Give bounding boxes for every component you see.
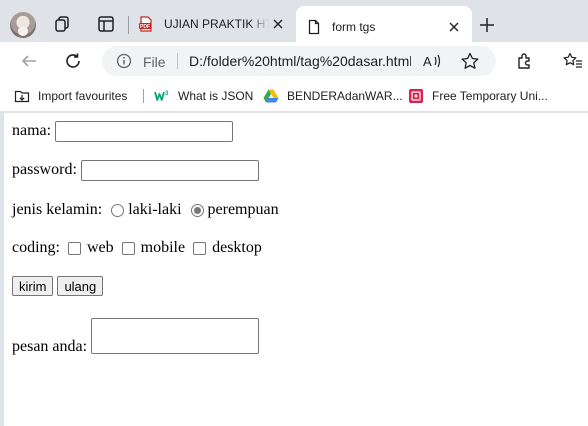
radio-laki-laki-label: laki-laki [128,201,182,218]
close-tab-icon[interactable] [446,19,462,35]
refresh-button[interactable] [62,50,84,72]
browser-toolbar: File D:/folder%20html/tag%20dasar.html A [0,42,588,80]
add-favourite-icon[interactable] [460,52,480,70]
favourites-separator [143,89,144,103]
svg-text:A: A [423,54,432,69]
new-tab-button[interactable] [476,14,498,36]
favourite-label: Free Temporary Uni... [432,89,548,103]
checkbox-web[interactable] [68,241,81,255]
favourite-label: What is JSON [178,89,254,103]
password-input[interactable] [80,159,259,181]
arrow-left-icon [21,55,36,67]
favourite-what-is-json[interactable]: 3 What is JSON [154,87,253,105]
address-divider [177,53,178,69]
temp-mail-icon [408,88,424,104]
google-drive-icon [263,88,279,104]
workspaces-icon[interactable] [52,14,72,34]
tab-strip: PDF UJIAN PRAKTIK HTML form tgs [0,0,588,48]
favourites-bar: Import favourites 3 What is JSON BENDERA… [0,80,588,112]
radio-perempuan[interactable] [190,203,204,217]
extensions-button[interactable] [514,50,536,72]
page-viewport: nama: password: jenis kelamin: laki-laki… [4,113,588,426]
buttons-row: kirim ulang [12,275,107,297]
url-text[interactable]: D:/folder%20html/tag%20dasar.html [189,53,411,69]
favourite-temp-mail[interactable]: Free Temporary Uni... [408,87,548,105]
w3-icon: 3 [154,88,170,104]
nama-input[interactable] [55,120,234,142]
password-label: password: [12,161,77,178]
password-row: password: [12,159,259,181]
tab-title: UJIAN PRAKTIK HTML [164,17,270,31]
favourite-bendera[interactable]: BENDERAdanWAR... [263,87,403,105]
gender-label: jenis kelamin: [12,201,103,218]
favourite-import[interactable]: Import favourites [14,87,127,105]
scheme-label: File [143,54,166,70]
pdf-icon: PDF [138,16,154,32]
kirim-button[interactable]: kirim [12,276,54,296]
svg-text:3: 3 [165,91,169,97]
favourites-button[interactable] [562,50,584,72]
svg-text:PDF: PDF [140,24,150,30]
favourites-star-icon [563,52,582,68]
import-icon [14,88,30,104]
profile-avatar[interactable] [10,12,36,38]
nama-row: nama: [12,120,234,142]
checkbox-desktop-label: desktop [212,239,262,256]
back-button[interactable] [18,50,40,72]
nama-label: nama: [12,122,52,139]
coding-row: coding: web mobile desktop [12,237,262,259]
close-tab-icon[interactable] [270,16,286,32]
refresh-icon [66,53,80,68]
radio-perempuan-label: perempuan [207,201,279,218]
message-label: pesan anda: [12,338,88,355]
read-aloud-icon[interactable]: A [422,52,442,70]
checkbox-web-label: web [87,239,114,256]
document-icon [306,19,322,35]
message-textarea[interactable] [91,318,260,354]
ulang-button[interactable]: ulang [57,276,104,296]
checkbox-mobile[interactable] [121,241,135,255]
message-row: pesan anda: [12,314,260,355]
checkbox-mobile-label: mobile [140,239,186,256]
coding-label: coding: [12,239,60,256]
tab-title: form tgs [332,20,376,34]
checkbox-desktop[interactable] [193,241,207,255]
tab-actions-icon[interactable] [96,14,116,34]
favourite-label: Import favourites [38,89,128,103]
puzzle-icon [518,53,530,69]
radio-laki-laki[interactable] [111,203,125,217]
tab-ujian-praktik[interactable]: PDF UJIAN PRAKTIK HTML [128,6,296,42]
info-icon[interactable] [116,53,132,69]
plus-icon [480,18,494,32]
address-bar[interactable]: File D:/folder%20html/tag%20dasar.html A [102,46,496,76]
favourite-label: BENDERAdanWAR... [287,89,403,103]
gender-row: jenis kelamin: laki-laki perempuan [12,199,279,221]
